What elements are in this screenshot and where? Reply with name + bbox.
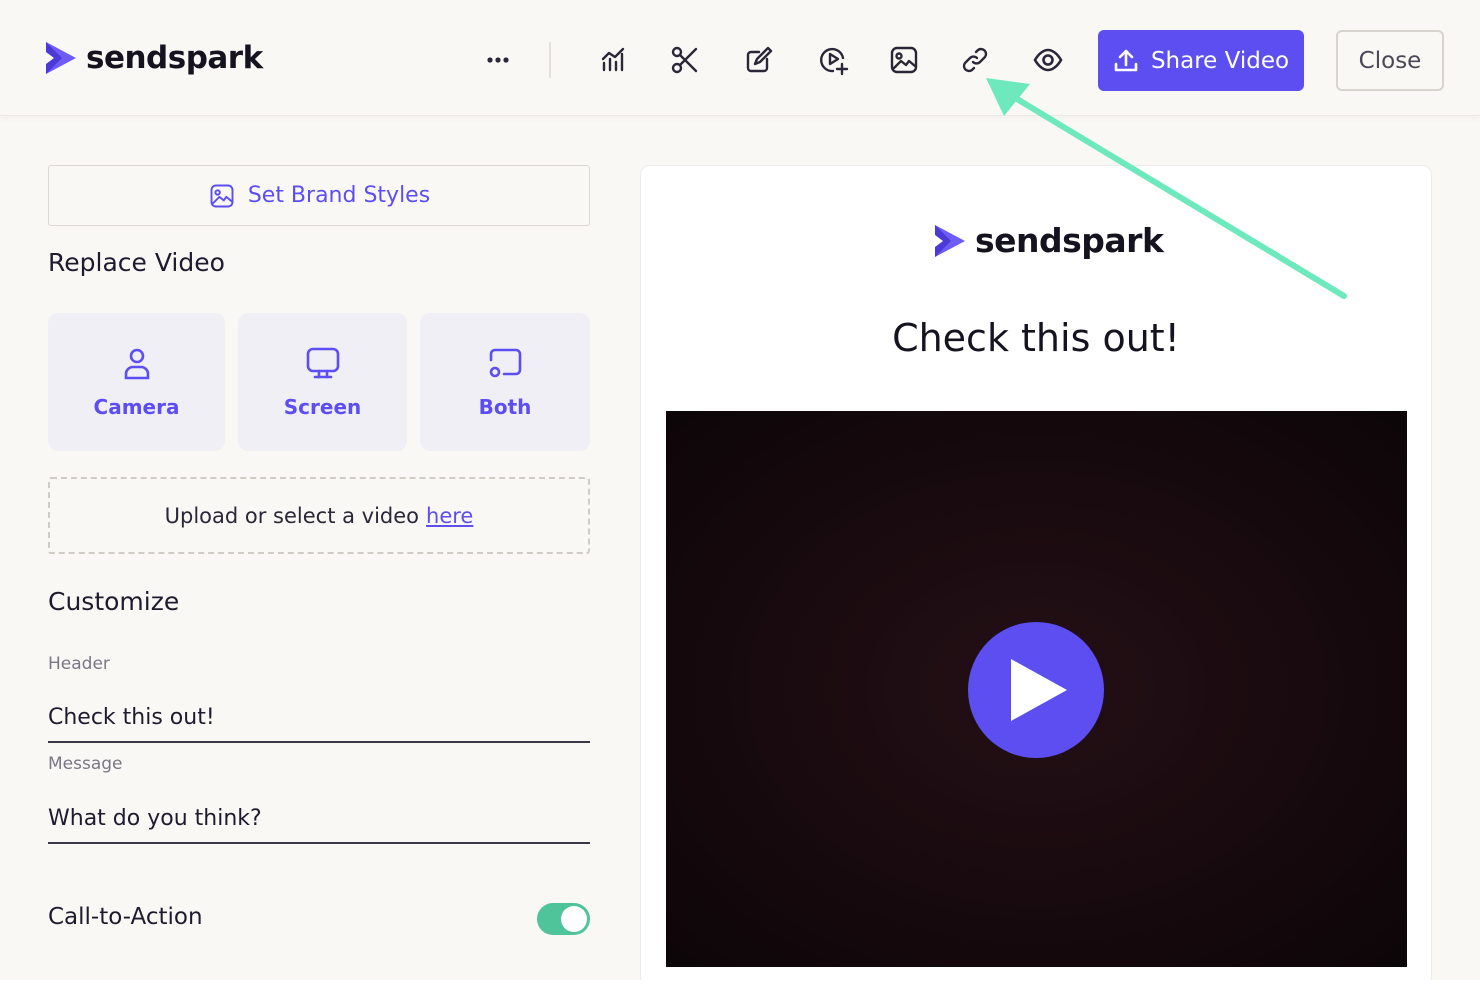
preview-card: sendspark Check this out! — [640, 165, 1432, 987]
logo-mark-icon — [46, 42, 76, 74]
record-both-button[interactable]: Both — [420, 313, 590, 451]
both-label: Both — [478, 395, 532, 419]
play-icon — [1011, 659, 1067, 721]
logo-text: sendspark — [86, 40, 263, 76]
upload-link[interactable]: here — [426, 504, 473, 528]
close-label: Close — [1358, 47, 1422, 74]
monitor-icon — [306, 347, 339, 379]
cta-label: Call-to-Action — [48, 904, 203, 930]
record-camera-button[interactable]: Camera — [48, 313, 225, 451]
edit-icon — [746, 46, 773, 73]
thumbnail-button[interactable] — [884, 40, 924, 80]
top-bar: sendspark Share Video Close — [0, 0, 1480, 116]
camera-label: Camera — [93, 395, 180, 419]
cta-toggle-knob — [561, 906, 587, 932]
set-brand-styles-label: Set Brand Styles — [247, 183, 431, 208]
cta-toggle[interactable] — [537, 903, 590, 935]
person-icon — [124, 348, 149, 380]
bottom-edge — [0, 980, 1480, 987]
copy-link-button[interactable] — [955, 40, 995, 80]
preview-logo: sendspark — [935, 221, 1164, 260]
trim-button[interactable] — [665, 40, 705, 80]
share-video-label: Share Video — [1150, 47, 1290, 74]
message-field[interactable] — [48, 794, 590, 844]
play-button[interactable] — [968, 622, 1104, 758]
set-brand-styles-button[interactable]: Set Brand Styles — [48, 165, 590, 226]
record-screen-button[interactable]: Screen — [238, 313, 407, 451]
header-field-label: Header — [48, 654, 110, 674]
customize-title: Customize — [48, 587, 180, 616]
eye-icon — [1033, 48, 1063, 72]
message-field-label: Message — [48, 754, 123, 774]
preview-title: Check this out! — [892, 316, 1180, 360]
more-options-button[interactable] — [478, 40, 518, 80]
upload-icon — [1114, 49, 1138, 71]
replace-video-title: Replace Video — [48, 248, 225, 277]
close-button[interactable]: Close — [1336, 30, 1444, 91]
upload-dropzone[interactable]: Upload or select a video here — [48, 477, 590, 554]
screen-label: Screen — [283, 395, 362, 419]
image-icon — [890, 46, 918, 74]
preview-logo-text: sendspark — [975, 221, 1164, 260]
share-video-button[interactable]: Share Video — [1098, 30, 1304, 91]
video-add-icon — [820, 47, 849, 76]
analytics-button[interactable] — [593, 40, 633, 80]
analytics-icon — [601, 47, 625, 72]
video-player[interactable] — [666, 411, 1407, 967]
scissors-icon — [671, 46, 698, 74]
toolbar-divider — [549, 42, 551, 78]
preview-button[interactable] — [1028, 40, 1068, 80]
image-icon — [210, 184, 234, 207]
app-logo[interactable]: sendspark — [46, 40, 263, 76]
more-icon — [487, 57, 509, 63]
logo-mark-icon — [935, 224, 965, 257]
edit-button[interactable] — [739, 40, 779, 80]
cast-icon — [489, 348, 522, 378]
add-video-button[interactable] — [813, 40, 853, 80]
link-icon — [962, 47, 988, 73]
header-field[interactable] — [48, 693, 590, 743]
upload-text: Upload or select a video — [164, 503, 420, 528]
